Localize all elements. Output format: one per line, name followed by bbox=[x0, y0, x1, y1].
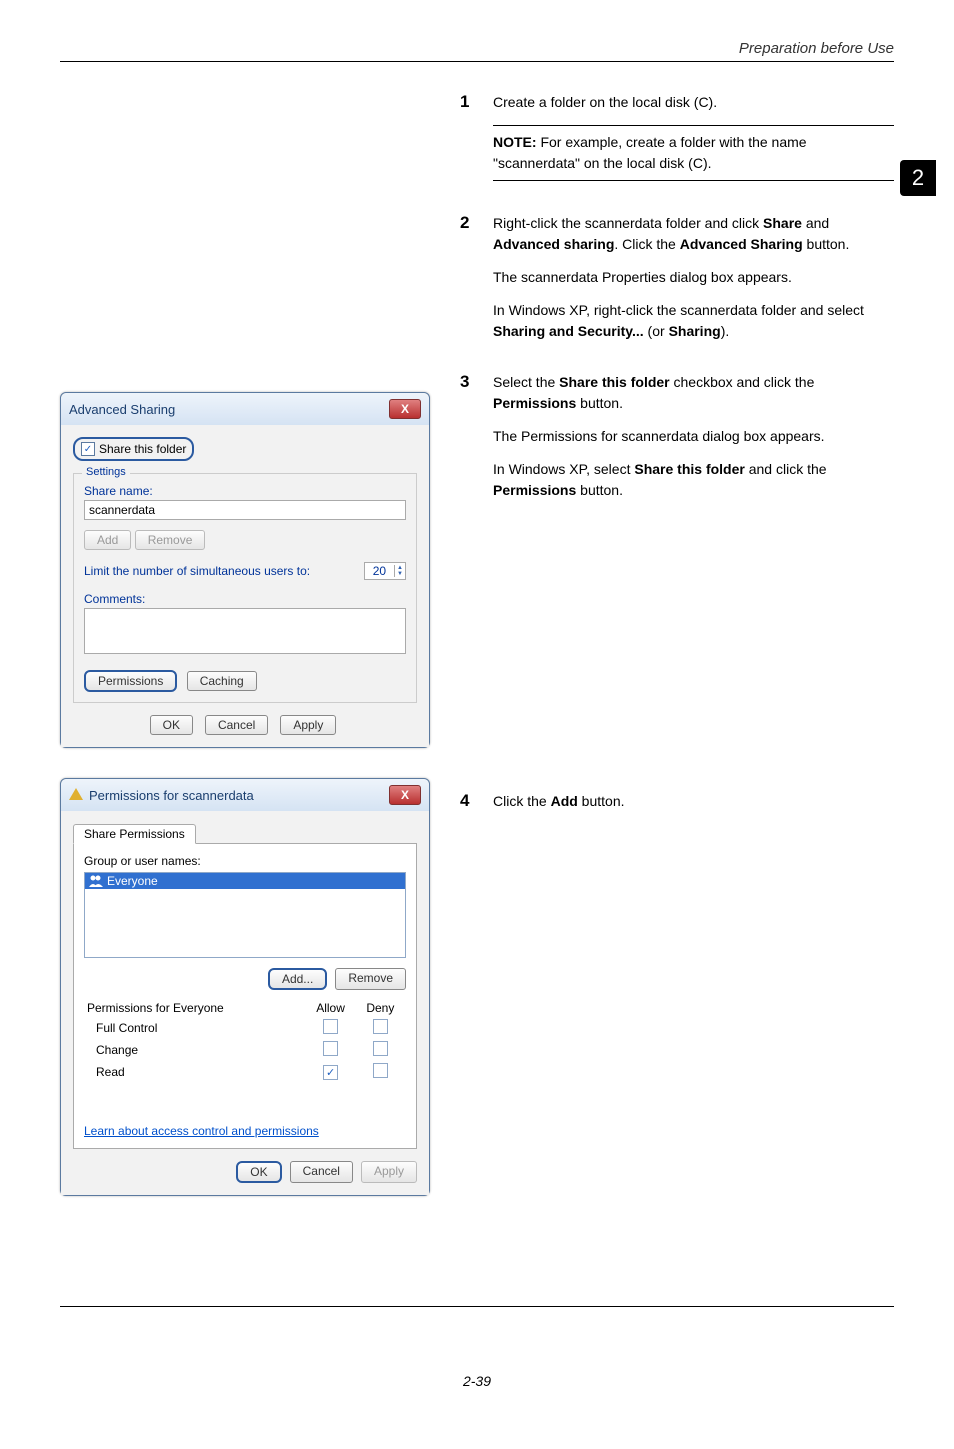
step-text: Right-click the scannerdata folder and c… bbox=[493, 213, 894, 255]
apply-button[interactable]: Apply bbox=[361, 1161, 417, 1183]
group-names-label: Group or user names: bbox=[84, 854, 406, 868]
deny-change-checkbox[interactable] bbox=[373, 1041, 388, 1056]
step-number: 3 bbox=[460, 372, 478, 513]
add-share-button[interactable]: Add bbox=[84, 530, 131, 550]
step-number: 1 bbox=[460, 92, 478, 195]
remove-user-button[interactable]: Remove bbox=[335, 968, 406, 990]
step-text: Create a folder on the local disk (C). bbox=[493, 92, 894, 113]
chevron-down-icon[interactable]: ▼ bbox=[395, 571, 405, 577]
learn-link[interactable]: Learn about access control and permissio… bbox=[84, 1124, 406, 1138]
tab-share-permissions[interactable]: Share Permissions bbox=[73, 824, 196, 844]
caching-button[interactable]: Caching bbox=[187, 671, 257, 691]
close-icon[interactable]: X bbox=[389, 399, 421, 419]
allow-change-checkbox[interactable] bbox=[323, 1041, 338, 1056]
allow-full-checkbox[interactable] bbox=[323, 1019, 338, 1034]
dialog-title: Advanced Sharing bbox=[69, 402, 175, 417]
list-item[interactable]: Everyone bbox=[85, 873, 405, 889]
settings-group-label: Settings bbox=[82, 466, 130, 478]
limit-users-label: Limit the number of simultaneous users t… bbox=[84, 564, 310, 578]
step-number: 4 bbox=[460, 791, 478, 824]
note-label: NOTE: bbox=[493, 134, 537, 150]
perm-read: Read bbox=[86, 1062, 304, 1082]
ok-button[interactable]: OK bbox=[150, 715, 193, 735]
step-text: In Windows XP, right-click the scannerda… bbox=[493, 300, 894, 342]
remove-share-button[interactable]: Remove bbox=[135, 530, 206, 550]
limit-users-value: 20 bbox=[365, 563, 394, 579]
step-number: 2 bbox=[460, 213, 478, 354]
allow-header: Allow bbox=[306, 1000, 354, 1016]
step-text: The scannerdata Properties dialog box ap… bbox=[493, 267, 894, 288]
share-folder-checkbox[interactable]: ✓ Share this folder bbox=[73, 437, 194, 461]
share-name-input[interactable]: scannerdata bbox=[84, 500, 406, 520]
permissions-dialog: Permissions for scannerdata X Share Perm… bbox=[60, 778, 430, 1196]
page-header: Preparation before Use bbox=[739, 40, 894, 57]
cancel-button[interactable]: Cancel bbox=[290, 1161, 353, 1183]
permissions-button[interactable]: Permissions bbox=[84, 670, 177, 692]
deny-header: Deny bbox=[357, 1000, 404, 1016]
advanced-sharing-dialog: Advanced Sharing X ✓ Share this folder S… bbox=[60, 392, 430, 748]
allow-read-checkbox[interactable]: ✓ bbox=[323, 1065, 338, 1080]
page-number: 2-39 bbox=[60, 1373, 894, 1389]
note-text: For example, create a folder with the na… bbox=[493, 134, 807, 171]
step-text: Click the Add button. bbox=[493, 791, 625, 812]
step-text: The Permissions for scannerdata dialog b… bbox=[493, 426, 894, 447]
share-folder-label: Share this folder bbox=[99, 442, 186, 456]
perm-change: Change bbox=[86, 1040, 304, 1060]
comments-label: Comments: bbox=[84, 592, 406, 606]
add-user-button[interactable]: Add... bbox=[268, 968, 327, 990]
chapter-tab: 2 bbox=[900, 160, 936, 196]
note-box: NOTE: For example, create a folder with … bbox=[493, 125, 894, 181]
ok-button[interactable]: OK bbox=[236, 1161, 281, 1183]
security-icon bbox=[69, 788, 83, 802]
close-icon[interactable]: X bbox=[389, 785, 421, 805]
user-list[interactable]: Everyone bbox=[84, 872, 406, 958]
permissions-table: Permissions for Everyone Allow Deny Full… bbox=[84, 998, 406, 1084]
dialog-title: Permissions for scannerdata bbox=[89, 788, 254, 803]
cancel-button[interactable]: Cancel bbox=[205, 715, 268, 735]
perm-for-label: Permissions for Everyone bbox=[86, 1000, 304, 1016]
users-icon bbox=[89, 875, 103, 887]
deny-full-checkbox[interactable] bbox=[373, 1019, 388, 1034]
deny-read-checkbox[interactable] bbox=[373, 1063, 388, 1078]
perm-full-control: Full Control bbox=[86, 1018, 304, 1038]
step-text: In Windows XP, select Share this folder … bbox=[493, 459, 894, 501]
step-text: Select the Share this folder checkbox an… bbox=[493, 372, 894, 414]
everyone-item: Everyone bbox=[107, 874, 158, 888]
comments-input[interactable] bbox=[84, 608, 406, 654]
share-name-label: Share name: bbox=[84, 484, 406, 498]
limit-users-stepper[interactable]: 20 ▲▼ bbox=[364, 562, 406, 580]
apply-button[interactable]: Apply bbox=[280, 715, 336, 735]
checkbox-icon: ✓ bbox=[81, 442, 95, 456]
